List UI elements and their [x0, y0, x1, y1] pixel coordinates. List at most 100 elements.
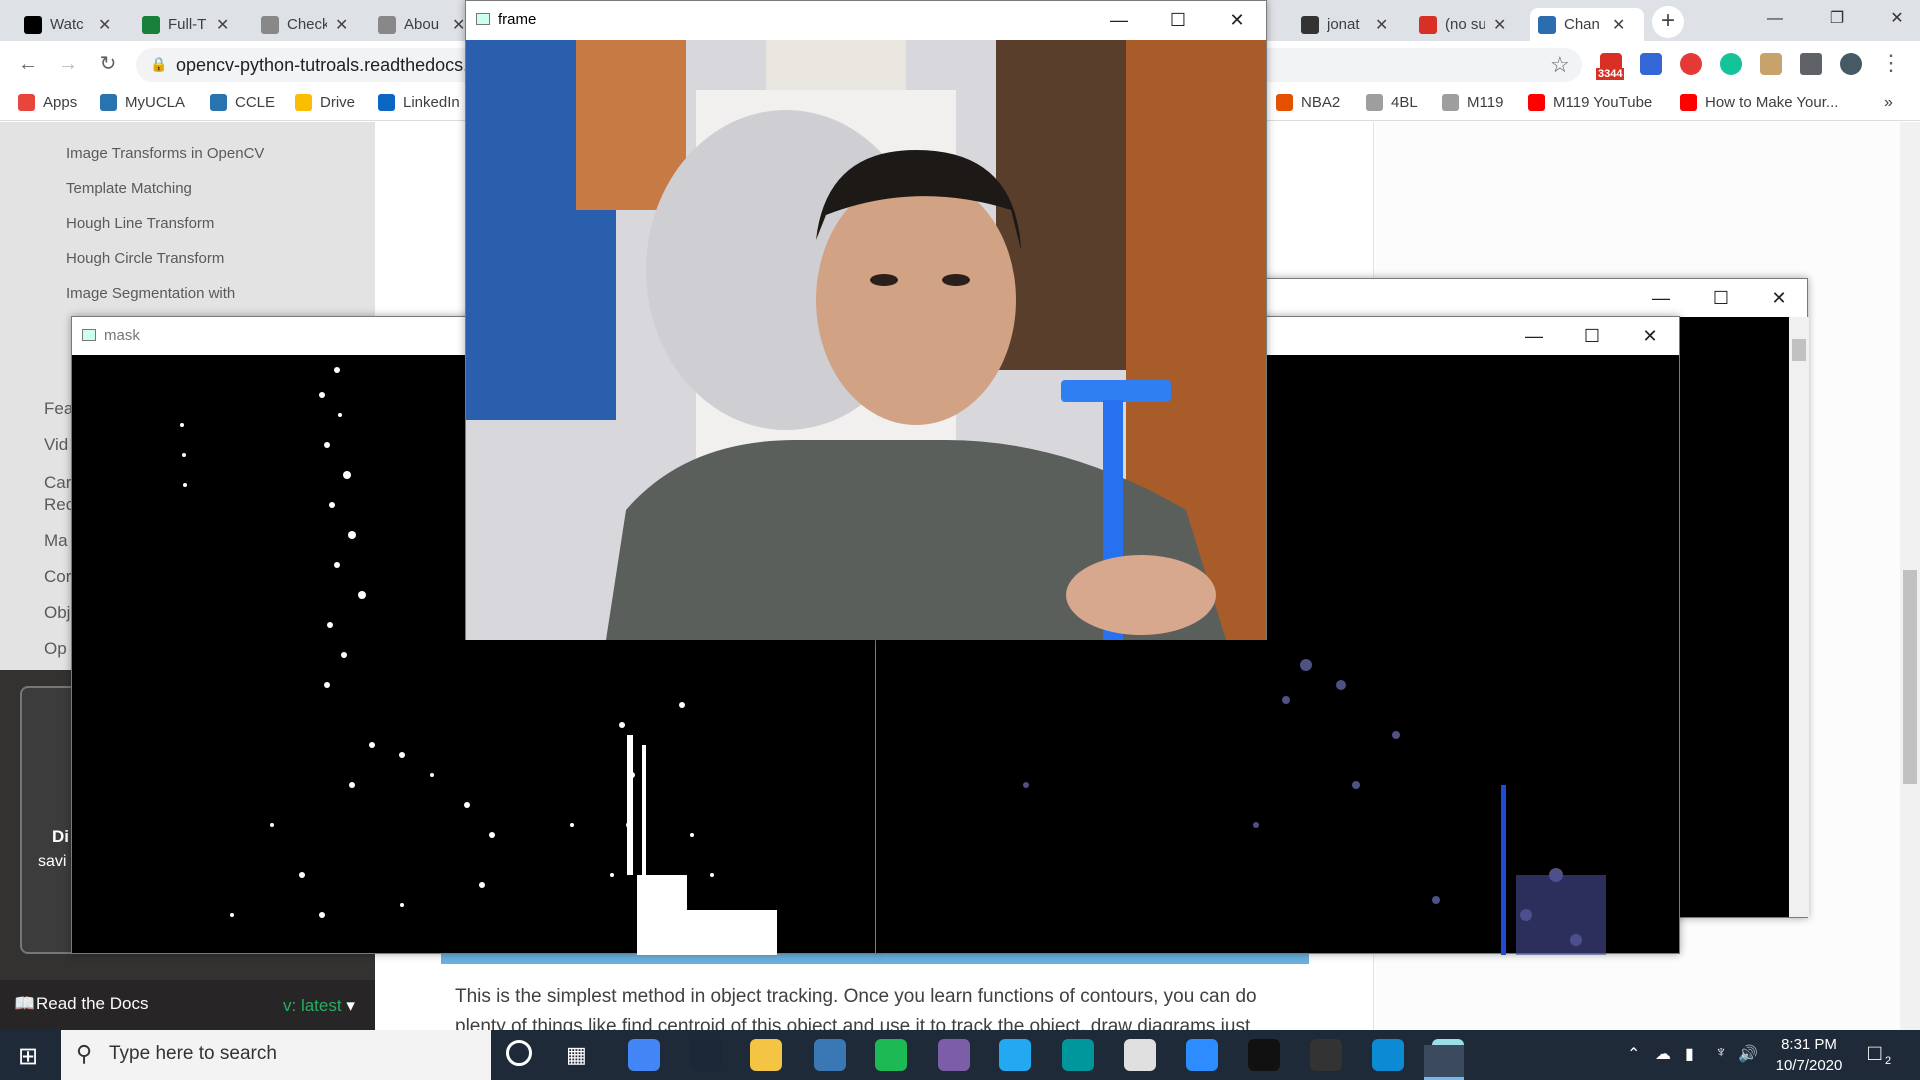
arduino-icon[interactable] — [1062, 1039, 1094, 1071]
sidebar-section[interactable]: Op — [44, 639, 67, 659]
close-icon[interactable]: ✕ — [1208, 1, 1266, 39]
volume-icon[interactable]: 🔊 — [1738, 1044, 1758, 1064]
res-window-back-titlebar[interactable]: — ☐ ✕ — [1264, 279, 1807, 317]
bookmark-label: LinkedIn — [403, 94, 460, 111]
bookmark-item[interactable]: NBA2 — [1276, 94, 1340, 111]
zoom-icon[interactable] — [1186, 1039, 1218, 1071]
restore-icon[interactable]: ❐ — [1806, 0, 1868, 41]
lock-icon[interactable]: 🔒 — [150, 56, 167, 73]
close-icon[interactable]: ✕ — [1750, 279, 1808, 317]
minimize-icon[interactable]: — — [1090, 1, 1148, 39]
browser-tab[interactable]: Check ✕ — [253, 8, 367, 41]
grammarly-extension-icon[interactable] — [1720, 53, 1742, 75]
bookmark-item[interactable]: How to Make Your... — [1680, 94, 1838, 111]
tab-close-icon[interactable]: ✕ — [216, 15, 229, 35]
vscode-icon[interactable] — [999, 1039, 1031, 1071]
reload-button[interactable]: ↻ — [94, 50, 122, 78]
res-window-scrollbar-thumb[interactable] — [1792, 339, 1806, 361]
spotify-icon[interactable] — [875, 1039, 907, 1071]
version-selector[interactable]: v: latest ▾ — [283, 996, 355, 1016]
python-icon[interactable] — [814, 1039, 846, 1071]
sidebar-section[interactable]: Obj — [44, 603, 70, 623]
github-desktop-icon[interactable] — [938, 1039, 970, 1071]
wifi-icon[interactable]: ♆ — [1715, 1044, 1727, 1062]
chrome-icon[interactable] — [628, 1039, 660, 1071]
new-tab-button[interactable]: + — [1652, 6, 1684, 38]
browser-tab[interactable]: jonat ✕ — [1293, 8, 1407, 41]
close-icon[interactable]: ✕ — [1866, 0, 1920, 41]
browser-tab[interactable]: Watc ✕ — [16, 8, 130, 41]
file-explorer-icon[interactable] — [750, 1039, 782, 1071]
frame-window-titlebar[interactable]: frame — ☐ ✕ — [466, 1, 1266, 39]
puzzle-extensions-icon[interactable] — [1800, 53, 1822, 75]
notification-icon[interactable]: □ — [1868, 1040, 1881, 1066]
tab-close-icon[interactable]: ✕ — [452, 15, 465, 35]
calendar-extension-icon[interactable] — [1640, 53, 1662, 75]
paint-icon[interactable] — [1124, 1039, 1156, 1071]
sidebar-section[interactable]: Car — [44, 473, 71, 493]
minimize-icon[interactable]: — — [1505, 317, 1563, 355]
tab-close-icon[interactable]: ✕ — [1612, 15, 1625, 35]
sidebar-subitem[interactable]: Hough Line Transform — [66, 215, 214, 232]
sidebar-section[interactable]: Rec — [44, 495, 74, 515]
minimize-icon[interactable]: — — [1632, 279, 1690, 317]
forward-button[interactable]: → — [54, 50, 82, 78]
maximize-icon[interactable]: ☐ — [1563, 317, 1621, 355]
terminal-icon[interactable] — [1248, 1039, 1280, 1071]
tab-close-icon[interactable]: ✕ — [335, 15, 348, 35]
steam-icon[interactable] — [690, 1039, 722, 1071]
windows-start-icon[interactable]: ⊞ — [18, 1042, 38, 1071]
back-button[interactable]: ← — [14, 50, 42, 78]
res-window-scrollbar[interactable] — [1789, 317, 1809, 917]
sidebar-section[interactable]: Fea — [44, 399, 73, 419]
extension-icon[interactable] — [1760, 53, 1782, 75]
taskbar-clock[interactable]: 8:31 PM 10/7/2020 — [1764, 1034, 1854, 1076]
bookmark-star-icon[interactable]: ☆ — [1550, 52, 1570, 78]
maximize-icon[interactable]: ☐ — [1149, 1, 1207, 39]
command-prompt-icon[interactable] — [1310, 1039, 1342, 1071]
task-view-icon[interactable]: ▦ — [566, 1042, 587, 1068]
sidebar-section[interactable]: Vid — [44, 435, 68, 455]
taskbar-search-placeholder[interactable]: Type here to search — [109, 1043, 277, 1065]
browser-tab[interactable]: Full-T ✕ — [134, 8, 248, 41]
close-icon[interactable]: ✕ — [1621, 317, 1679, 355]
edge-icon[interactable] — [1372, 1039, 1404, 1071]
maximize-icon[interactable]: ☐ — [1692, 279, 1750, 317]
taskbar-active-app[interactable] — [1424, 1045, 1464, 1080]
bookmarks-more-button[interactable]: » — [1884, 94, 1893, 112]
page-icon — [261, 15, 279, 34]
browser-tab[interactable]: (no su ✕ — [1411, 8, 1525, 41]
network-status-icon[interactable]: ☁ — [1655, 1044, 1671, 1064]
bookmark-item[interactable]: M119 YouTube — [1528, 94, 1652, 111]
minimize-icon[interactable]: — — [1744, 0, 1806, 41]
sidebar-subitem[interactable]: Hough Circle Transform — [66, 250, 224, 267]
tray-chevron-icon[interactable]: ⌃ — [1627, 1044, 1640, 1064]
tab-close-icon[interactable]: ✕ — [1375, 15, 1388, 35]
cortana-icon[interactable] — [506, 1040, 532, 1066]
bookmark-item[interactable]: CCLE — [210, 94, 275, 111]
battery-icon[interactable]: ▮ — [1685, 1044, 1694, 1064]
bookmark-item[interactable]: LinkedIn — [378, 94, 460, 111]
tab-close-icon[interactable]: ✕ — [1493, 15, 1506, 35]
browser-tab[interactable]: Chan ✕ — [1530, 8, 1644, 41]
read-the-docs-label[interactable]: Read the Docs — [36, 994, 148, 1014]
menu-icon[interactable]: ⋮ — [1880, 50, 1902, 76]
bookmark-item[interactable]: M119 — [1442, 94, 1503, 111]
sidebar-section[interactable]: Ma — [44, 531, 68, 551]
bookmark-item[interactable]: 4BL — [1366, 94, 1418, 111]
bookmark-item[interactable]: MyUCLA — [100, 94, 185, 111]
bookmark-item[interactable]: Apps — [18, 94, 77, 111]
bookmark-item[interactable]: Drive — [295, 94, 355, 111]
url-text[interactable]: opencv-python-tutroals.readthedocs. — [176, 55, 468, 76]
docs-icon — [1538, 15, 1556, 34]
frame-window[interactable]: frame — ☐ ✕ — [465, 0, 1267, 640]
sidebar-subitem[interactable]: Template Matching — [66, 180, 192, 197]
page-scrollbar-thumb[interactable] — [1903, 570, 1917, 784]
adblock-extension-icon[interactable] — [1680, 53, 1702, 75]
sidebar-section[interactable]: Cor — [44, 567, 71, 587]
sidebar-subitem[interactable]: Image Segmentation with — [66, 285, 235, 302]
sidebar-subitem[interactable]: Image Transforms in OpenCV — [66, 145, 264, 162]
sheets-icon — [142, 15, 160, 34]
tab-close-icon[interactable]: ✕ — [98, 15, 111, 35]
profile-avatar[interactable] — [1840, 53, 1862, 75]
